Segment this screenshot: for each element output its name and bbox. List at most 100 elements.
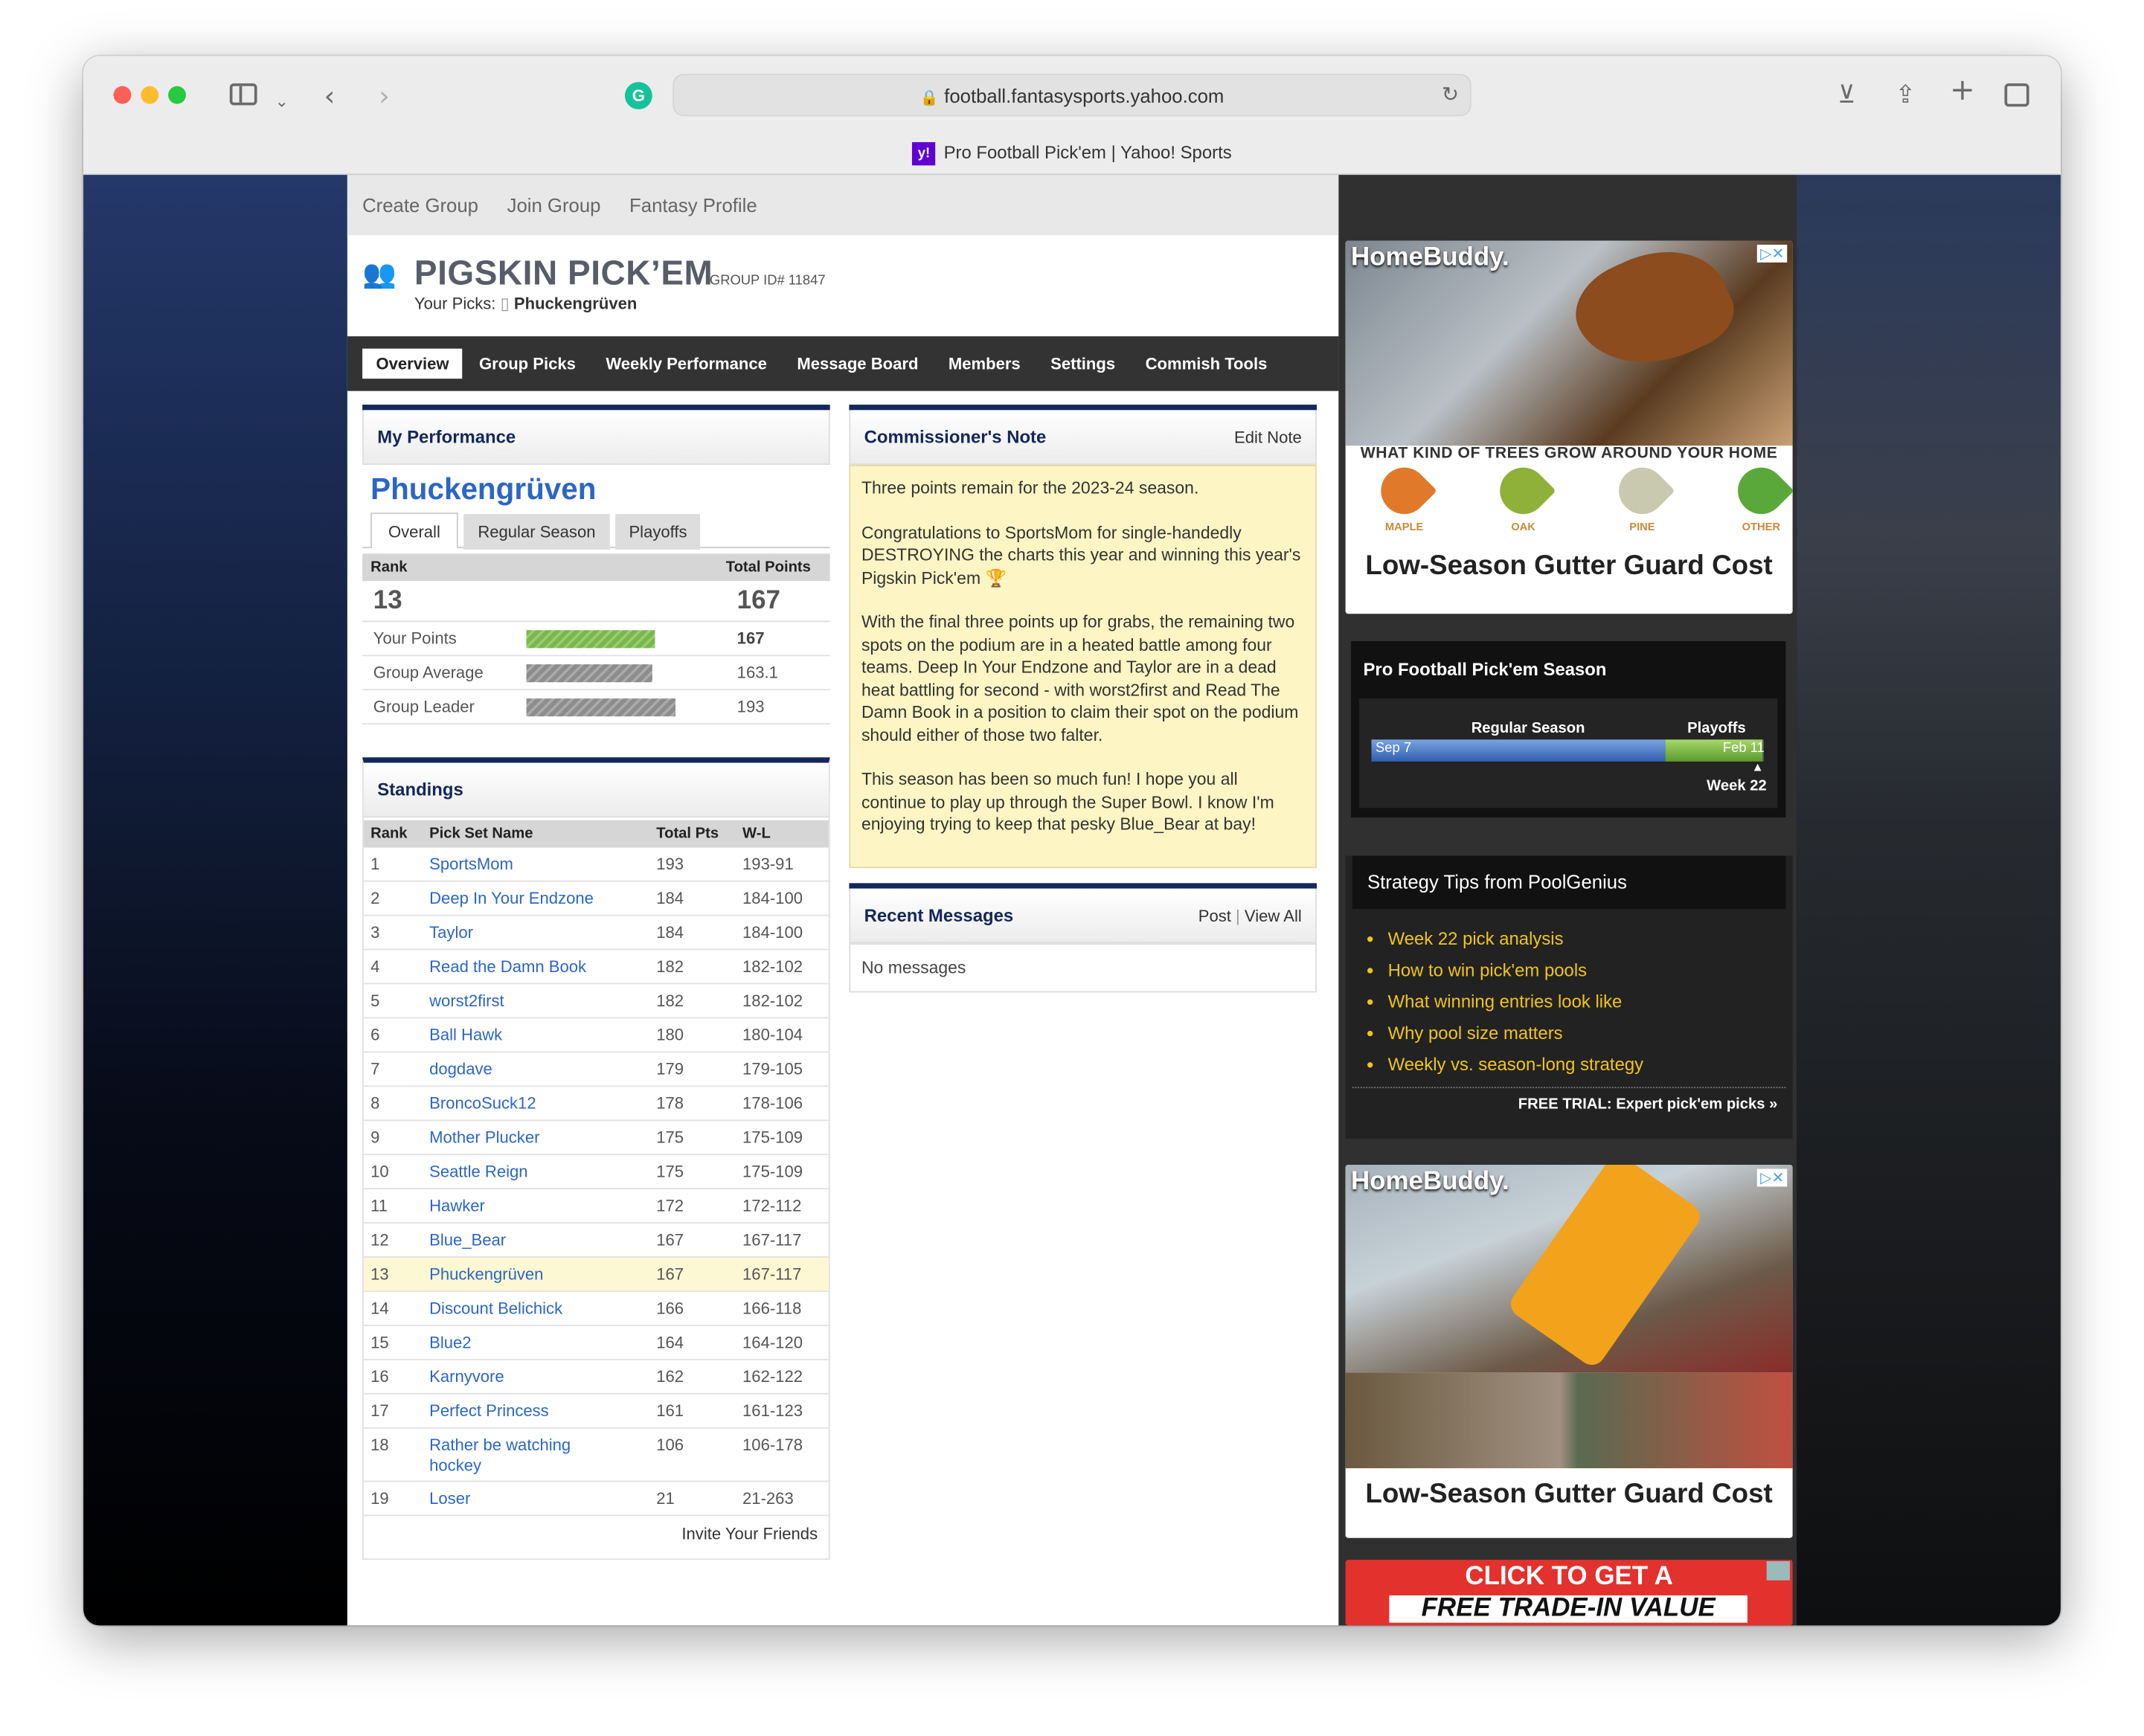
standings-win-loss: 182-102 <box>742 991 803 1011</box>
tree-option-other[interactable]: OTHER <box>1721 457 1793 533</box>
standings-pick-set-link[interactable]: Ball Hawk <box>429 1018 502 1052</box>
tree-option-maple[interactable]: MAPLE <box>1364 457 1444 533</box>
group-people-icon: 👥 <box>362 260 397 290</box>
tab-settings[interactable]: Settings <box>1037 349 1129 379</box>
adchoices-icon[interactable]: ▷✕ <box>1757 245 1788 263</box>
forward-icon[interactable]: › <box>379 80 390 112</box>
standings-pick-set-link[interactable]: Blue_Bear <box>429 1224 506 1258</box>
standings-pick-set-link[interactable]: Taylor <box>429 916 473 950</box>
tab-group-picks[interactable]: Group Picks <box>466 349 590 379</box>
grammarly-extension-icon[interactable]: G <box>624 82 652 110</box>
tip-link[interactable]: Week 22 pick analysis <box>1388 923 1793 954</box>
performance-label: Your Points <box>373 629 457 649</box>
sidebar-toggle-icon[interactable] <box>229 83 257 106</box>
standings-total-points: 182 <box>656 991 684 1011</box>
standings-row: 10 Seattle Reign 175 175-109 <box>363 1155 829 1190</box>
tab-message-board[interactable]: Message Board <box>783 349 932 379</box>
reload-icon[interactable]: ↻ <box>1442 82 1459 106</box>
tree-option-oak[interactable]: OAK <box>1483 457 1563 533</box>
tab-commish-tools[interactable]: Commish Tools <box>1132 349 1281 379</box>
standings-pick-set-link[interactable]: Seattle Reign <box>429 1155 527 1189</box>
standings-win-loss: 161-123 <box>742 1401 803 1421</box>
free-trial-link[interactable]: FREE TRIAL: Expert pick'em picks » <box>1346 1088 1793 1121</box>
standings-win-loss: 178-106 <box>742 1093 803 1113</box>
active-tab[interactable]: y! Pro Football Pick'em | Yahoo! Sports <box>83 142 2061 166</box>
zoom-window-button[interactable] <box>168 86 186 104</box>
adchoices-icon[interactable]: ▷✕ <box>1757 1168 1788 1187</box>
tree-option-pine[interactable]: PINE <box>1602 457 1682 533</box>
view-all-link[interactable]: View All <box>1245 907 1302 926</box>
minimize-window-button[interactable] <box>141 86 159 104</box>
leaf-icon <box>1371 457 1437 524</box>
create-group-link[interactable]: Create Group <box>362 175 478 235</box>
invite-friends-link[interactable]: Invite Your Friends <box>364 1516 829 1552</box>
standings-win-loss: 193-91 <box>742 854 794 874</box>
performance-row: Your Points 167 <box>362 622 830 657</box>
yahoo-favicon: y! <box>912 142 936 166</box>
standings-pick-set-link[interactable]: Karnyvore <box>429 1360 504 1395</box>
address-bar[interactable]: 🔒 football.fantasysports.yahoo.com ↻ <box>673 74 1471 117</box>
standings-pick-set-link[interactable]: Hawker <box>429 1189 485 1224</box>
edit-note-link[interactable]: Edit Note <box>1234 410 1302 465</box>
standings-pick-set-link[interactable]: Phuckengrüven <box>429 1258 543 1292</box>
note-paragraph: This season has been so much fun! I hope… <box>861 769 1274 835</box>
standings-total-points: 180 <box>656 1025 684 1045</box>
standings-pick-set-link[interactable]: Read the Damn Book <box>429 950 586 984</box>
homebuddy-ad[interactable]: HomeBuddy. ▷✕ WHAT KIND OF TREES GROW AR… <box>1345 240 1793 614</box>
standings-pick-set-link[interactable]: Deep In Your Endzone <box>429 882 594 916</box>
join-group-link[interactable]: Join Group <box>507 175 601 235</box>
standings-row: 14 Discount Belichick 166 166-118 <box>363 1292 829 1326</box>
fantasy-profile-link[interactable]: Fantasy Profile <box>629 175 757 235</box>
standings-win-loss: 172-112 <box>742 1196 802 1215</box>
tip-link[interactable]: How to win pick'em pools <box>1388 954 1793 986</box>
tab-members[interactable]: Members <box>934 349 1034 379</box>
standings-total-points: 184 <box>656 888 684 908</box>
standings-rank: 14 <box>370 1299 389 1318</box>
trade-in-ad[interactable]: CLICK TO GET A FREE TRADE-IN VALUE <box>1345 1560 1793 1626</box>
tab-overview[interactable]: Overview <box>362 348 463 379</box>
subtab-regular-season[interactable]: Regular Season <box>463 514 609 550</box>
back-icon[interactable]: ‹ <box>324 80 336 112</box>
regular-season-bar <box>1371 739 1666 762</box>
ad-brand: HomeBuddy. <box>1350 243 1509 272</box>
chevron-down-icon[interactable]: ⌄ <box>275 85 288 118</box>
share-icon[interactable]: ⇪ <box>1895 80 1916 112</box>
ad-line-2: FREE TRADE-IN VALUE <box>1389 1595 1747 1623</box>
tab-overview-icon[interactable] <box>2004 83 2029 107</box>
standings-rank: 5 <box>370 991 380 1011</box>
page-viewport: Create Group Join Group Fantasy Profile 👥 … <box>83 175 2061 1626</box>
standings-pick-set-link[interactable]: Blue2 <box>429 1326 471 1360</box>
standings-pick-set-link[interactable]: SportsMom <box>429 848 513 882</box>
standings-row: 6 Ball Hawk 180 180-104 <box>363 1018 829 1053</box>
homebuddy-ad-2[interactable]: HomeBuddy. ▷✕ Low-Season Gutter Guard Co… <box>1345 1164 1793 1538</box>
post-message-link[interactable]: Post <box>1198 907 1231 926</box>
url-text: football.fantasysports.yahoo.com <box>944 84 1225 107</box>
tip-link[interactable]: Why pool size matters <box>1388 1017 1793 1048</box>
standings-pick-set-link[interactable]: Perfect Princess <box>429 1395 549 1429</box>
standings-pick-set-link[interactable]: worst2first <box>429 984 504 1018</box>
standings-row: 5 worst2first 182 182-102 <box>363 984 829 1019</box>
standings-pick-set-link[interactable]: Discount Belichick <box>429 1292 562 1326</box>
standings-win-loss: 167-117 <box>742 1230 802 1250</box>
subtab-overall[interactable]: Overall <box>370 512 458 549</box>
tip-link[interactable]: What winning entries look like <box>1388 986 1793 1017</box>
season-end-date: Feb 11 <box>1722 741 1765 756</box>
close-window-button[interactable] <box>113 86 132 104</box>
standings-pick-set-link[interactable]: dogdave <box>429 1052 492 1087</box>
tab-weekly-performance[interactable]: Weekly Performance <box>592 349 780 379</box>
download-icon[interactable]: ⊻ <box>1838 80 1855 112</box>
performance-user-name[interactable]: Phuckengrüven <box>362 465 830 507</box>
subtab-playoffs[interactable]: Playoffs <box>615 514 701 550</box>
standings-pick-set-link[interactable]: Rather be watching hockey <box>429 1436 600 1476</box>
tip-link[interactable]: Weekly vs. season-long strategy <box>1388 1049 1793 1080</box>
adchoices-icon[interactable] <box>1766 1560 1790 1581</box>
season-title: Pro Football Pick'em Season <box>1363 658 1607 680</box>
name-column-header: Pick Set Name <box>429 826 533 843</box>
standings-win-loss: 162-122 <box>742 1367 803 1386</box>
your-picks-name[interactable]: Phuckengrüven <box>514 294 637 313</box>
standings-row: 11 Hawker 172 172-112 <box>363 1189 829 1224</box>
new-tab-icon[interactable]: + <box>1950 74 1975 108</box>
standings-pick-set-link[interactable]: Mother Plucker <box>429 1121 539 1155</box>
standings-pick-set-link[interactable]: Loser <box>429 1482 470 1516</box>
standings-pick-set-link[interactable]: BroncoSuck12 <box>429 1087 536 1121</box>
